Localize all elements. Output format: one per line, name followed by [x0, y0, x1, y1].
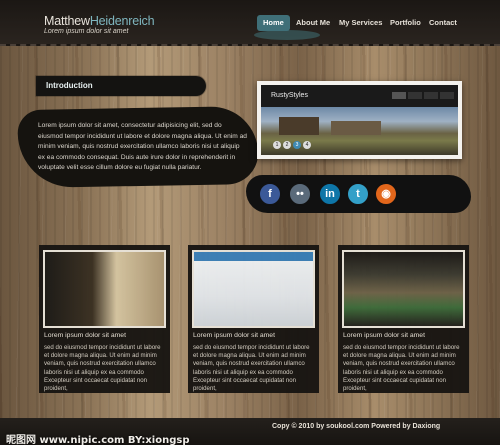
facebook-icon[interactable]: f	[258, 182, 282, 206]
card-title[interactable]: Lorem ipsum dolor sit amet	[193, 332, 275, 339]
featured-slider[interactable]: RustyStyles 1 2 3 4	[257, 81, 462, 159]
slider-image-building	[331, 121, 381, 135]
nav-contact[interactable]: Contact	[429, 15, 457, 31]
logo-second: Heidenreich	[89, 14, 155, 28]
portfolio-card: Lorem ipsum dolor sit amet sed do eiusmo…	[188, 245, 319, 393]
slider-title: RustyStyles	[271, 92, 308, 99]
slider-page-3[interactable]: 3	[293, 141, 301, 149]
watermark-text: 昵图网 www.nipic.com BY:xiongsp	[6, 435, 190, 445]
card-title[interactable]: Lorem ipsum dolor sit amet	[343, 332, 425, 339]
slider-mini-tab	[392, 92, 406, 99]
site-logo[interactable]: MatthewHeidenreich	[44, 14, 155, 28]
footer-copyright: Copy © 2010 by soukool.com Powered by Da…	[272, 423, 441, 430]
slider-page-1[interactable]: 1	[273, 141, 281, 149]
flickr-icon[interactable]: ••	[288, 182, 312, 206]
slider-page-2[interactable]: 2	[283, 141, 291, 149]
portfolio-thumbnail[interactable]	[43, 250, 166, 328]
site-tagline: Lorem ipsum dolor sit amet	[44, 28, 129, 35]
nav-brush-decoration	[254, 30, 320, 40]
slider-pagination: 1 2 3 4	[273, 141, 311, 149]
slider-mini-tab	[408, 92, 422, 99]
slider-page-4[interactable]: 4	[303, 141, 311, 149]
card-text: sed do eiusmod tempor incididunt ut labo…	[193, 344, 310, 393]
portfolio-card: Lorem ipsum dolor sit amet sed do eiusmo…	[39, 245, 170, 393]
twitter-icon[interactable]: t	[346, 182, 370, 206]
slider-image-building	[279, 117, 319, 135]
card-text: sed do eiusmod tempor incididunt ut labo…	[44, 344, 161, 393]
logo-first: Matthew	[44, 14, 90, 28]
nav-my-services[interactable]: My Services	[339, 15, 382, 31]
slider-mini-nav	[392, 92, 454, 99]
portfolio-card: Lorem ipsum dolor sit amet sed do eiusmo…	[338, 245, 469, 393]
portfolio-thumbnail[interactable]	[192, 250, 315, 328]
nav-portfolio[interactable]: Portfolio	[390, 15, 421, 31]
nav-home[interactable]: Home	[257, 15, 290, 31]
intro-title: Introduction	[46, 81, 93, 90]
rss-icon[interactable]: ◉	[374, 182, 398, 206]
card-title[interactable]: Lorem ipsum dolor sit amet	[44, 332, 126, 339]
slider-mini-tab	[424, 92, 438, 99]
portfolio-thumbnail[interactable]	[342, 250, 465, 328]
intro-paragraph: Lorem ipsum dolor sit amet, consectetur …	[38, 122, 247, 172]
slider-mini-tab	[440, 92, 454, 99]
linkedin-icon[interactable]: in	[318, 182, 342, 206]
nav-about-me[interactable]: About Me	[296, 15, 330, 31]
card-text: sed do eiusmod tempor incididunt ut labo…	[343, 344, 460, 393]
